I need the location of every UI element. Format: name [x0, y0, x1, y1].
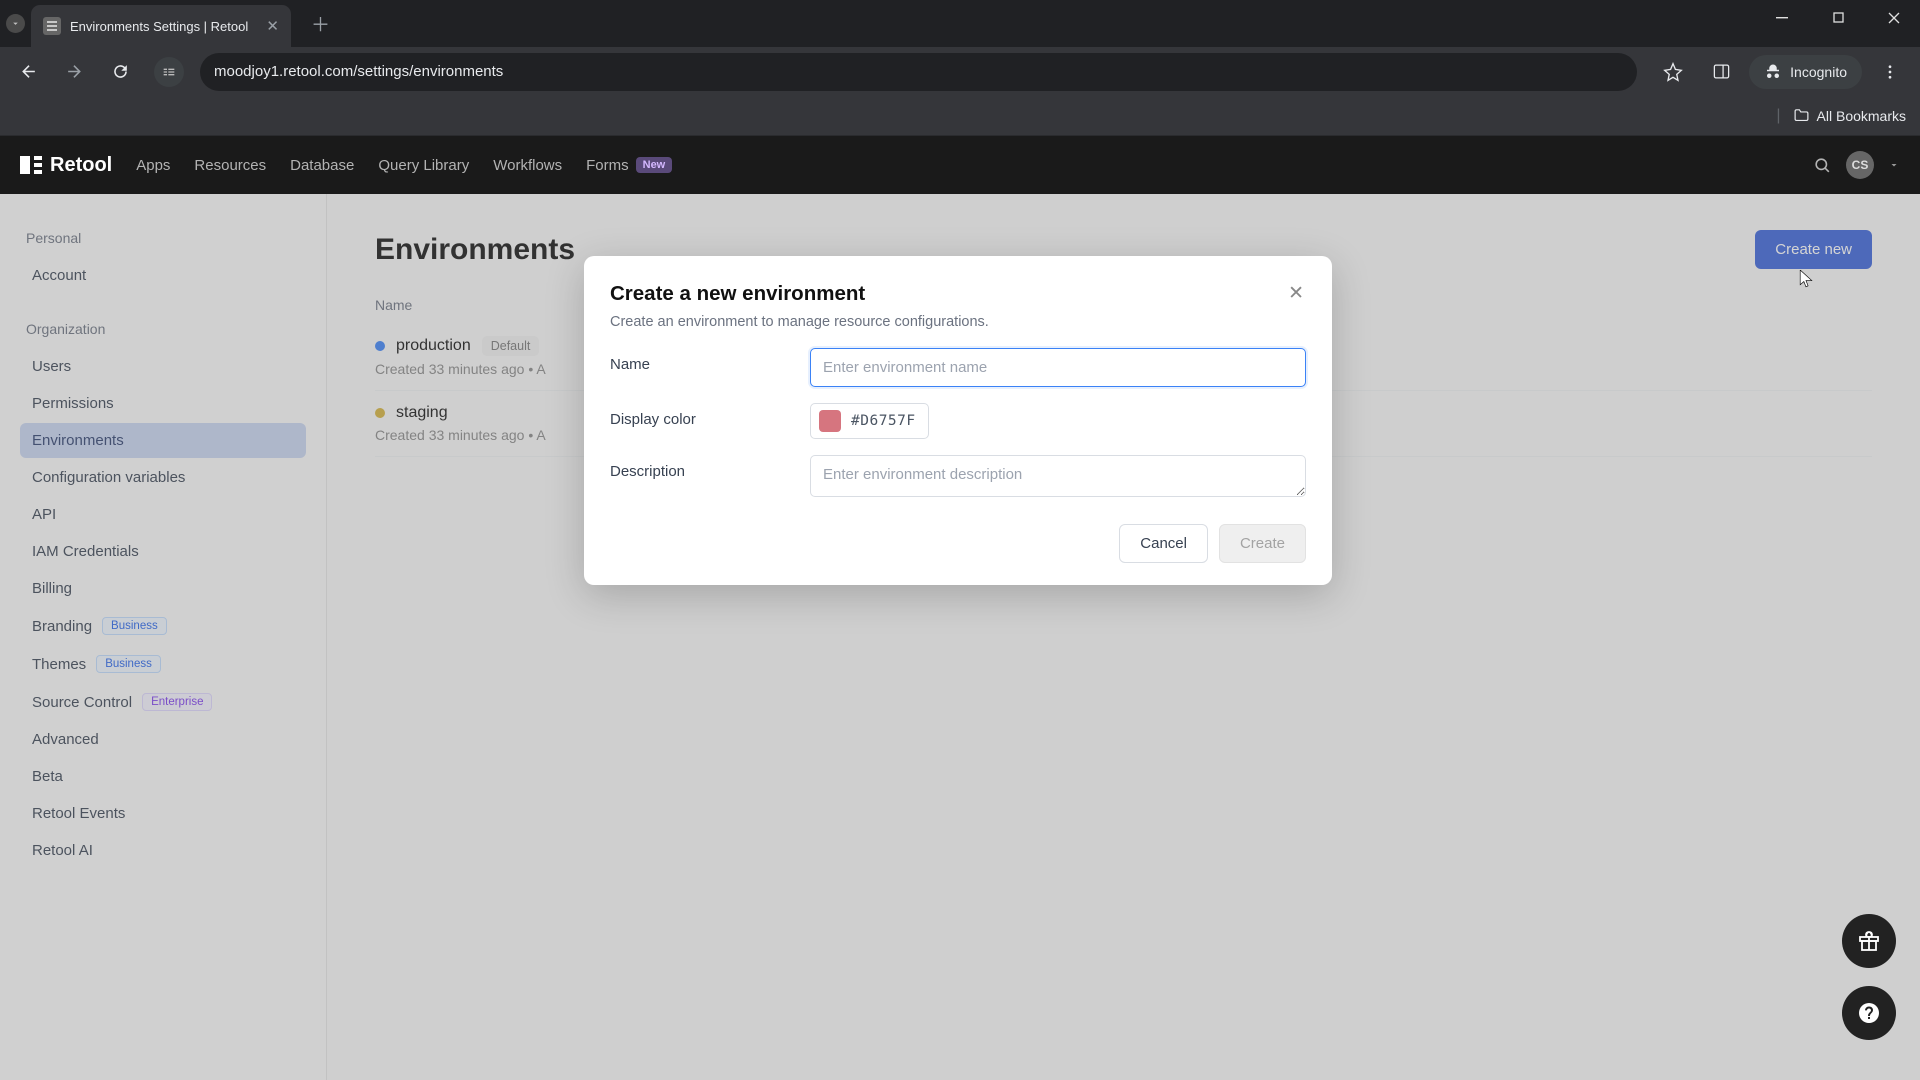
nav-database[interactable]: Database — [290, 157, 354, 174]
nav-apps[interactable]: Apps — [136, 157, 170, 174]
modal-subtitle: Create an environment to manage resource… — [610, 314, 1306, 330]
tab-title: Environments Settings | Retool — [70, 19, 257, 34]
description-field-label: Description — [610, 455, 810, 480]
browser-tab-strip: Environments Settings | Retool ✕ ＋ — [0, 0, 1920, 47]
environment-name-input[interactable] — [810, 348, 1306, 387]
color-swatch — [819, 410, 841, 432]
retool-logo-icon — [20, 154, 42, 176]
new-tab-button[interactable]: ＋ — [303, 5, 338, 42]
create-button[interactable]: Create — [1219, 524, 1306, 563]
close-window-button[interactable] — [1868, 0, 1920, 35]
display-color-label: Display color — [610, 403, 810, 428]
nav-workflows[interactable]: Workflows — [493, 157, 562, 174]
mouse-cursor — [1799, 270, 1814, 290]
search-button[interactable] — [1813, 156, 1832, 175]
create-environment-modal: Create a new environment ✕ Create an env… — [584, 256, 1332, 585]
side-panel-button[interactable] — [1701, 52, 1741, 92]
help-icon — [1857, 1001, 1881, 1025]
cancel-button[interactable]: Cancel — [1119, 524, 1208, 563]
user-avatar[interactable]: CS — [1846, 151, 1874, 179]
chevron-down-icon — [1888, 159, 1900, 171]
color-hex-value: #D6757F — [851, 413, 916, 429]
incognito-label: Incognito — [1790, 64, 1847, 80]
url-input[interactable] — [200, 53, 1637, 91]
forward-button[interactable] — [56, 54, 92, 90]
modal-close-button[interactable]: ✕ — [1286, 282, 1306, 305]
gift-fab[interactable] — [1842, 914, 1896, 968]
help-fab[interactable] — [1842, 986, 1896, 1040]
folder-icon — [1793, 107, 1810, 124]
browser-menu-button[interactable] — [1870, 52, 1910, 92]
back-button[interactable] — [10, 54, 46, 90]
app-header: Retool Apps Resources Database Query Lib… — [0, 136, 1920, 194]
reload-button[interactable] — [102, 54, 138, 90]
nav-forms[interactable]: Forms New — [586, 157, 672, 174]
bookmark-star-button[interactable] — [1653, 52, 1693, 92]
search-icon — [1813, 156, 1832, 175]
maximize-button[interactable] — [1812, 0, 1864, 35]
address-bar: Incognito — [0, 47, 1920, 96]
tab-favicon — [43, 17, 61, 35]
close-tab-button[interactable]: ✕ — [266, 17, 279, 35]
nav-query-library[interactable]: Query Library — [378, 157, 469, 174]
incognito-indicator[interactable]: Incognito — [1749, 55, 1862, 89]
all-bookmarks-button[interactable]: All Bookmarks — [1793, 107, 1906, 124]
chevron-down-icon — [10, 18, 21, 29]
user-menu-chevron[interactable] — [1888, 159, 1900, 171]
minimize-button[interactable] — [1756, 0, 1808, 35]
bookmarks-bar: | All Bookmarks — [0, 96, 1920, 136]
brand-logo[interactable]: Retool — [20, 154, 112, 177]
browser-tab[interactable]: Environments Settings | Retool ✕ — [31, 5, 291, 47]
environment-description-input[interactable] — [810, 455, 1306, 497]
display-color-picker[interactable]: #D6757F — [810, 403, 929, 439]
modal-title: Create a new environment — [610, 282, 865, 306]
nav-resources[interactable]: Resources — [194, 157, 266, 174]
incognito-icon — [1764, 63, 1782, 81]
gift-icon — [1857, 929, 1881, 953]
new-badge: New — [636, 157, 673, 173]
tab-search-button[interactable] — [6, 14, 25, 33]
name-field-label: Name — [610, 348, 810, 373]
site-info-button[interactable] — [154, 57, 184, 87]
